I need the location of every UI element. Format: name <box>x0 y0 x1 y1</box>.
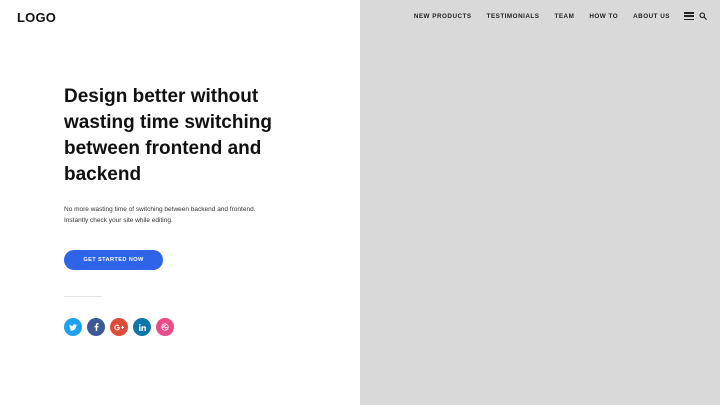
hamburger-icon[interactable] <box>684 12 694 20</box>
nav-testimonials[interactable]: TESTIMONIALS <box>487 13 540 20</box>
hero-headline: Design better without wasting time switc… <box>64 86 272 185</box>
linkedin-icon[interactable] <box>133 318 151 336</box>
nav-how-to[interactable]: HOW TO <box>589 13 618 20</box>
social-links <box>64 318 174 336</box>
hero-subtext: No more wasting time of switching betwee… <box>64 206 256 224</box>
nav-new-products[interactable]: NEW PRODUCTS <box>414 13 472 20</box>
dribbble-icon[interactable] <box>156 318 174 336</box>
get-started-button[interactable]: GET STARTED NOW <box>64 250 163 270</box>
nav-team[interactable]: TEAM <box>554 13 574 20</box>
facebook-icon[interactable] <box>87 318 105 336</box>
nav-about-us[interactable]: ABOUT US <box>633 13 670 20</box>
divider <box>64 296 102 297</box>
hero-image-placeholder <box>360 0 720 405</box>
main-nav: NEW PRODUCTS TESTIMONIALS TEAM HOW TO AB… <box>414 12 707 20</box>
google-plus-icon[interactable] <box>110 318 128 336</box>
twitter-icon[interactable] <box>64 318 82 336</box>
logo[interactable]: LOGO <box>17 10 56 25</box>
hero-content-pane: LOGO Design better without wasting time … <box>0 0 360 405</box>
page: LOGO Design better without wasting time … <box>0 0 720 405</box>
search-icon[interactable] <box>699 12 707 20</box>
